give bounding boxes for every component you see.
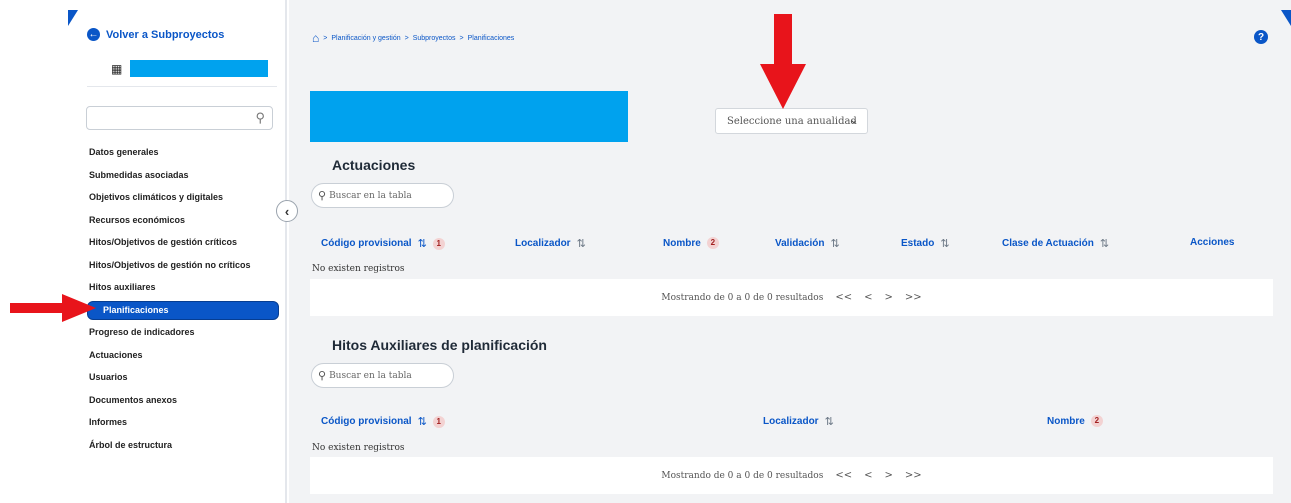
last-page-button[interactable]: >> — [905, 292, 922, 303]
column-header-codigo[interactable]: Código provisional ⇅ 1 — [321, 415, 445, 428]
actuaciones-search-input[interactable]: ⚲ Buscar en la tabla — [311, 183, 454, 208]
first-page-button[interactable]: << — [835, 470, 852, 481]
sort-ascending-icon: ⇅ — [417, 416, 427, 428]
sidebar-item-objetivos-climaticos[interactable]: Objetivos climáticos y digitales — [87, 186, 279, 209]
column-label: Estado — [901, 238, 935, 249]
sidebar-item-progreso-indicadores[interactable]: Progreso de indicadores — [87, 321, 279, 344]
sort-icon: ⇅ — [940, 238, 950, 250]
hitos-search-placeholder: Buscar en la tabla — [329, 370, 412, 381]
breadcrumb-item-planificacion[interactable]: Planificación y gestión — [331, 35, 400, 42]
search-icon: ⚲ — [318, 189, 327, 202]
help-icon[interactable]: ? — [1254, 30, 1268, 44]
column-label: Código provisional — [321, 416, 412, 427]
next-page-button[interactable]: > — [884, 292, 892, 303]
corner-accent — [68, 10, 78, 26]
prev-page-button[interactable]: < — [864, 292, 872, 303]
sidebar-item-submedidas[interactable]: Submedidas asociadas — [87, 164, 279, 187]
sidebar-collapse-button[interactable]: ‹ — [276, 200, 298, 222]
actuaciones-paginator: Mostrando de 0 a 0 de 0 resultados << < … — [310, 279, 1273, 316]
column-header-codigo[interactable]: Código provisional ⇅ 1 — [321, 237, 445, 250]
actuaciones-title: Actuaciones — [332, 157, 416, 173]
sidebar-item-hitos-no-criticos[interactable]: Hitos/Objetivos de gestión no críticos — [87, 254, 279, 277]
hitos-paginator: Mostrando de 0 a 0 de 0 resultados << < … — [310, 457, 1273, 494]
search-icon: ⚲ — [255, 110, 265, 125]
next-page-button[interactable]: > — [884, 470, 892, 481]
column-label: Validación — [775, 238, 825, 249]
annotation-arrow-down-icon — [760, 14, 806, 109]
back-link-label: Volver a Subproyectos — [106, 28, 225, 41]
empty-message: No existen registros — [312, 443, 405, 453]
breadcrumb-item-subproyectos[interactable]: Subproyectos — [413, 35, 456, 42]
chevron-down-icon: ⌄ — [849, 115, 858, 126]
actuaciones-search-placeholder: Buscar en la tabla — [329, 190, 412, 201]
pagination-summary: Mostrando de 0 a 0 de 0 resultados — [661, 470, 824, 481]
hitos-table-header: Código provisional ⇅ 1 Localizador ⇅ Nom… — [310, 406, 1273, 436]
hitos-search-input[interactable]: ⚲ Buscar en la tabla — [311, 363, 454, 388]
sidebar-item-planificaciones[interactable]: Planificaciones — [87, 300, 279, 320]
column-label: Localizador — [515, 238, 571, 249]
column-label: Nombre — [663, 237, 701, 249]
page-title-redacted — [310, 91, 628, 142]
chevron-left-icon: ‹ — [284, 203, 290, 219]
column-label: Acciones — [1190, 237, 1235, 248]
back-to-subprojects-link[interactable]: ← Volver a Subproyectos — [87, 28, 224, 41]
column-header-localizador[interactable]: Localizador ⇅ — [515, 237, 586, 250]
sort-icon: ⇅ — [1099, 238, 1110, 250]
sidebar-divider — [87, 86, 277, 87]
year-select-placeholder: Seleccione una anualidad — [727, 115, 857, 127]
annotation-arrow-right-icon — [10, 294, 96, 322]
sidebar-item-recursos-economicos[interactable]: Recursos económicos — [87, 209, 279, 232]
breadcrumb-separator: > — [459, 34, 464, 42]
sidebar-search-input[interactable]: ⚲ — [86, 106, 273, 130]
corner-accent — [1281, 10, 1291, 26]
sidebar-item-informes[interactable]: Informes — [87, 411, 279, 434]
sort-order-badge: 1 — [432, 415, 445, 428]
column-label: Nombre — [1047, 415, 1085, 427]
building-icon: ▦ — [111, 61, 123, 76]
column-label: Localizador — [763, 416, 819, 427]
column-label: Clase de Actuación — [1002, 238, 1094, 249]
sort-icon: ⇅ — [830, 238, 840, 250]
pagination-summary: Mostrando de 0 a 0 de 0 resultados — [661, 292, 824, 303]
sidebar-nav: Datos generales Submedidas asociadas Obj… — [87, 141, 279, 456]
column-header-nombre[interactable]: Nombre 2 — [663, 237, 719, 249]
last-page-button[interactable]: >> — [905, 470, 922, 481]
sidebar-item-datos-generales[interactable]: Datos generales — [87, 141, 279, 164]
project-name-row: ▦ — [111, 60, 269, 77]
breadcrumb: ⌂ > Planificación y gestión > Subproyect… — [312, 32, 514, 44]
breadcrumb-item-planificaciones: Planificaciones — [467, 34, 515, 42]
sidebar-item-actuaciones[interactable]: Actuaciones — [87, 344, 279, 367]
breadcrumb-separator: > — [323, 34, 328, 42]
project-name-redacted — [130, 60, 269, 77]
sidebar-item-hitos-criticos[interactable]: Hitos/Objetivos de gestión críticos — [87, 231, 279, 254]
column-header-estado[interactable]: Estado ⇅ — [901, 237, 950, 250]
column-header-localizador[interactable]: Localizador ⇅ — [763, 415, 834, 428]
first-page-button[interactable]: << — [835, 292, 852, 303]
column-header-clase[interactable]: Clase de Actuación ⇅ — [1002, 237, 1109, 250]
sort-order-badge: 1 — [432, 237, 445, 250]
sort-ascending-icon: ⇅ — [417, 238, 427, 250]
arrow-left-circle-icon: ← — [87, 28, 100, 41]
sort-order-badge: 2 — [1090, 415, 1103, 427]
column-header-validacion[interactable]: Validación ⇅ — [775, 237, 840, 250]
breadcrumb-separator: > — [404, 34, 409, 42]
empty-message: No existen registros — [312, 264, 405, 274]
search-icon: ⚲ — [318, 369, 327, 382]
sidebar-item-documentos-anexos[interactable]: Documentos anexos — [87, 389, 279, 412]
sidebar-item-usuarios[interactable]: Usuarios — [87, 366, 279, 389]
actuaciones-table-header: Código provisional ⇅ 1 Localizador ⇅ Nom… — [310, 228, 1273, 258]
year-select[interactable]: Seleccione una anualidad ⌄ — [715, 108, 868, 134]
hitos-title: Hitos Auxiliares de planificación — [332, 337, 547, 353]
prev-page-button[interactable]: < — [864, 470, 872, 481]
column-label: Código provisional — [321, 238, 412, 249]
sort-icon: ⇅ — [824, 416, 834, 428]
sidebar-item-arbol-estructura[interactable]: Árbol de estructura — [87, 434, 279, 457]
column-header-nombre[interactable]: Nombre 2 — [1047, 415, 1103, 427]
column-header-acciones: Acciones — [1190, 237, 1234, 248]
home-icon[interactable]: ⌂ — [312, 32, 319, 44]
sort-order-badge: 2 — [706, 237, 719, 249]
sort-icon: ⇅ — [576, 238, 586, 250]
sidebar: ← Volver a Subproyectos ▦ ⚲ Datos genera… — [0, 0, 287, 503]
sidebar-item-hitos-auxiliares[interactable]: Hitos auxiliares — [87, 276, 279, 299]
